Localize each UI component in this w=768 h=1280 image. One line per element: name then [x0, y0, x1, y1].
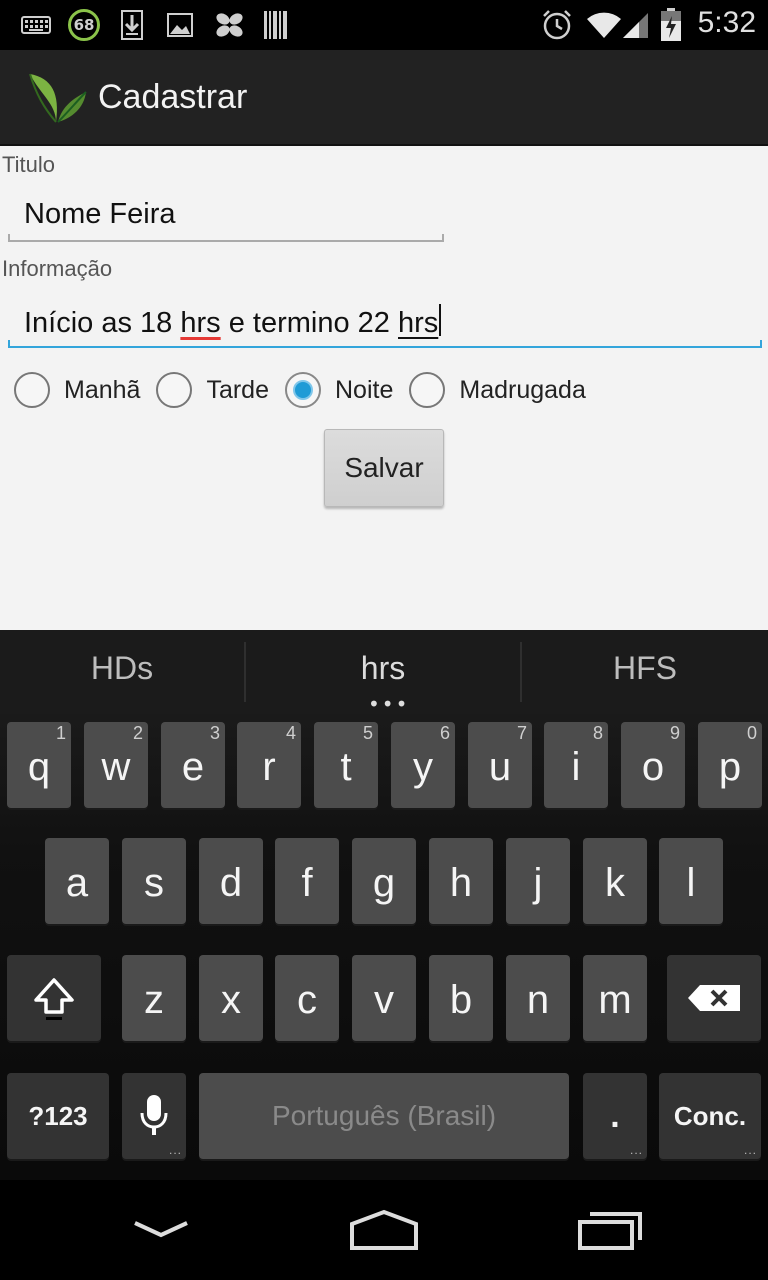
- key-m[interactable]: m: [583, 955, 647, 1041]
- suggestion-1[interactable]: HDs: [0, 650, 244, 687]
- alarm-icon: [540, 8, 574, 42]
- wifi-icon: [586, 8, 622, 42]
- navigation-bar: [0, 1180, 768, 1280]
- signal-icon: [620, 8, 650, 42]
- key-g[interactable]: g: [352, 838, 416, 924]
- symbols-key[interactable]: ?123: [7, 1073, 109, 1159]
- radio-manha[interactable]: Manhã: [14, 372, 140, 408]
- shift-icon: [34, 978, 74, 1020]
- key-l[interactable]: l: [659, 838, 723, 924]
- status-bar: 68 5:32: [0, 0, 768, 50]
- key-q[interactable]: 1q: [7, 722, 71, 808]
- key-s[interactable]: s: [122, 838, 186, 924]
- page-title: Cadastrar: [98, 78, 248, 116]
- form-content: Titulo Nome Feira Informação Início as 1…: [0, 146, 768, 630]
- key-u[interactable]: 7u: [468, 722, 532, 808]
- soft-keyboard: HDs hrs ••• HFS 1q 2w 3e 4r 5t 6y 7u 8i …: [0, 630, 768, 1180]
- radio-tarde[interactable]: Tarde: [156, 372, 269, 408]
- pinwheel-icon: [212, 8, 246, 42]
- radio-circle[interactable]: [409, 372, 446, 408]
- radio-circle-checked[interactable]: [285, 372, 321, 408]
- informacao-value: Início as 18 hrs e termino 22 hrs: [24, 304, 442, 340]
- key-n[interactable]: n: [506, 955, 570, 1041]
- key-k[interactable]: k: [583, 838, 647, 924]
- suggestion-2[interactable]: hrs: [246, 650, 520, 687]
- text-cursor: [439, 304, 442, 336]
- leaf-logo-icon[interactable]: [26, 64, 90, 128]
- clock: 5:32: [697, 6, 756, 39]
- shift-key[interactable]: [7, 955, 101, 1041]
- radio-madrugada[interactable]: Madrugada: [409, 372, 586, 408]
- period-key[interactable]: ....: [583, 1073, 647, 1159]
- key-c[interactable]: c: [275, 955, 339, 1041]
- space-key[interactable]: Português (Brasil): [199, 1073, 569, 1159]
- key-z[interactable]: z: [122, 955, 186, 1041]
- key-b[interactable]: b: [429, 955, 493, 1041]
- period-radio-group: Manhã Tarde Noite Madrugada: [14, 370, 602, 410]
- suggestion-strip: HDs hrs ••• HFS: [0, 630, 768, 714]
- key-i[interactable]: 8i: [544, 722, 608, 808]
- radio-noite[interactable]: Noite: [285, 372, 393, 408]
- backspace-icon: [688, 985, 740, 1011]
- action-bar: Cadastrar: [0, 50, 768, 146]
- key-a[interactable]: a: [45, 838, 109, 924]
- key-p[interactable]: 0p: [698, 722, 762, 808]
- recents-icon[interactable]: [572, 1202, 648, 1258]
- keyboard-icon: [20, 8, 52, 42]
- key-j[interactable]: j: [506, 838, 570, 924]
- key-y[interactable]: 6y: [391, 722, 455, 808]
- key-x[interactable]: x: [199, 955, 263, 1041]
- titulo-value: Nome Feira: [24, 198, 176, 230]
- home-icon[interactable]: [344, 1202, 424, 1258]
- image-icon: [164, 8, 196, 42]
- informacao-label: Informação: [2, 256, 113, 281]
- key-h[interactable]: h: [429, 838, 493, 924]
- save-button[interactable]: Salvar: [324, 429, 444, 507]
- radio-circle[interactable]: [14, 372, 50, 408]
- microphone-icon: [140, 1095, 168, 1135]
- key-t[interactable]: 5t: [314, 722, 378, 808]
- titulo-underline: [8, 234, 444, 242]
- done-key[interactable]: Conc....: [659, 1073, 761, 1159]
- more-suggestions-icon[interactable]: •••: [368, 694, 409, 714]
- key-v[interactable]: v: [352, 955, 416, 1041]
- barcode-icon: [262, 8, 290, 42]
- mic-key[interactable]: ...: [122, 1073, 186, 1159]
- radio-circle[interactable]: [156, 372, 193, 408]
- back-chevron-icon[interactable]: [126, 1202, 196, 1258]
- key-e[interactable]: 3e: [161, 722, 225, 808]
- backspace-key[interactable]: [667, 955, 761, 1041]
- suggestion-3[interactable]: HFS: [522, 650, 768, 687]
- battery-icon: [658, 8, 684, 42]
- titulo-label: Titulo: [2, 152, 55, 177]
- key-d[interactable]: d: [199, 838, 263, 924]
- key-r[interactable]: 4r: [237, 722, 301, 808]
- download-icon: [118, 8, 146, 42]
- key-w[interactable]: 2w: [84, 722, 148, 808]
- informacao-underline: [8, 340, 762, 348]
- battery-badge: 68: [68, 8, 100, 42]
- key-o[interactable]: 9o: [621, 722, 685, 808]
- key-f[interactable]: f: [275, 838, 339, 924]
